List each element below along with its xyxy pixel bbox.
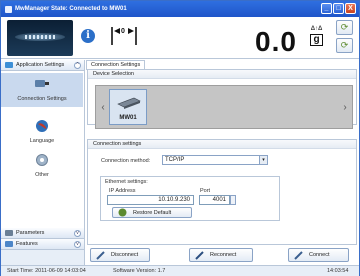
parameters-icon xyxy=(5,230,13,236)
start-time: Start Time: 2011-06-09 14:03:04 xyxy=(7,268,86,274)
sidebar-item-label: Other xyxy=(35,172,49,178)
sidebar-item-connection-settings[interactable]: Connection Settings xyxy=(1,73,83,107)
plug-icon xyxy=(35,80,49,87)
device-name: MW01 xyxy=(119,115,137,121)
device-card[interactable]: MW01 xyxy=(109,89,147,125)
zero-arrows-icon[interactable]: 0 xyxy=(110,25,138,47)
sidebar-items: Connection Settings Language Other xyxy=(1,71,84,228)
restore-default-label: Restore Default xyxy=(133,209,172,216)
sidebar: Application Settings ^ Connection Settin… xyxy=(1,60,85,265)
restore-default-button[interactable]: Restore Default xyxy=(112,207,192,218)
device-selection-heading: Device Selection xyxy=(88,70,356,79)
features-icon xyxy=(5,241,13,247)
weight-display: 0.0 xyxy=(255,26,297,57)
device-selection-panel: Device Selection ‹ MW01 › xyxy=(87,69,357,129)
scroll-right-icon[interactable]: › xyxy=(340,100,350,116)
software-version: Software Version: 1.7 xyxy=(113,268,166,274)
close-button[interactable]: X xyxy=(345,3,356,14)
globe-icon xyxy=(36,120,48,132)
sidebar-item-language[interactable]: Language xyxy=(1,115,83,149)
sidebar-item-other[interactable]: Other xyxy=(1,149,83,183)
weight-unit-block: Δ↑Δ g xyxy=(310,26,323,46)
application-settings-icon xyxy=(5,62,13,68)
title-bar: MwManager State: Connected to MW01 _ □ X xyxy=(1,1,359,17)
collapse-icon[interactable]: ^ xyxy=(74,61,81,69)
sidebar-item-label: Connection Settings xyxy=(17,96,67,102)
sidebar-group-label: Parameters xyxy=(16,230,45,236)
minimize-button[interactable]: _ xyxy=(321,3,332,14)
connection-method-value: TCP/IP xyxy=(165,157,185,163)
app-window: MwManager State: Connected to MW01 _ □ X… xyxy=(0,0,360,276)
status-bar: Start Time: 2011-06-09 14:03:04 Software… xyxy=(1,265,359,276)
ethernet-settings-label: Ethernet settings: xyxy=(105,179,148,185)
app-icon xyxy=(5,5,12,13)
reconnect-button[interactable]: Reconnect xyxy=(189,248,253,262)
stability-indicator: Δ↑Δ xyxy=(310,26,323,32)
refresh-icon[interactable]: ⟳ xyxy=(336,20,353,35)
ip-address-label: IP Address xyxy=(109,188,136,194)
reload-icon[interactable]: ⟳ xyxy=(336,38,353,53)
expand-icon[interactable]: v xyxy=(74,229,81,237)
connection-method-label: Connection method: xyxy=(101,158,151,164)
connect-button[interactable]: Connect xyxy=(288,248,349,262)
svg-text:0: 0 xyxy=(121,28,125,35)
device-icon xyxy=(117,97,141,109)
port-field[interactable]: 4001 xyxy=(199,195,230,205)
status-clock: 14:03:54 xyxy=(327,268,349,274)
connect-label: Connect xyxy=(309,252,330,258)
connect-icon xyxy=(294,250,303,260)
maximize-button[interactable]: □ xyxy=(333,3,344,14)
device-logo xyxy=(7,20,73,56)
header: i 0 0.0 Δ↑Δ g ⟳ ⟳ xyxy=(1,17,359,59)
sidebar-item-label: Language xyxy=(29,138,55,144)
sidebar-group-application[interactable]: Application Settings ^ xyxy=(1,60,84,71)
disconnect-button[interactable]: Disconnect xyxy=(90,248,150,262)
ip-address-field[interactable]: 10.10.9.230 xyxy=(107,195,194,205)
plug-icon xyxy=(195,250,204,260)
window-controls: _ □ X xyxy=(321,3,356,14)
sidebar-group-features[interactable]: Features v xyxy=(1,239,84,250)
device-list: ‹ MW01 › xyxy=(95,85,353,129)
window-title: MwManager State: Connected to MW01 xyxy=(15,6,127,12)
sidebar-group-label: Features xyxy=(16,241,38,247)
connection-settings-heading: Connection settings xyxy=(88,140,356,149)
expand-icon[interactable]: v xyxy=(74,240,81,248)
main-content: Connection Settings Device Selection ‹ M… xyxy=(86,60,359,265)
chevron-down-icon[interactable]: ▾ xyxy=(259,156,267,164)
info-icon[interactable]: i xyxy=(81,29,95,43)
reconnect-label: Reconnect xyxy=(210,252,237,258)
restore-icon xyxy=(118,208,127,217)
weight-unit: g xyxy=(310,34,323,46)
scroll-left-icon[interactable]: ‹ xyxy=(98,100,108,116)
disconnect-label: Disconnect xyxy=(111,252,139,258)
ethernet-settings-group: Ethernet settings: IP Address Port 10.10… xyxy=(100,176,280,221)
connection-method-select[interactable]: TCP/IP ▾ xyxy=(162,155,268,165)
sidebar-group-label: Application Settings xyxy=(16,62,65,68)
port-label: Port xyxy=(200,188,211,194)
sidebar-group-parameters[interactable]: Parameters v xyxy=(1,228,84,239)
unplug-icon xyxy=(96,250,105,260)
connection-settings-panel: Connection settings Connection method: T… xyxy=(87,139,357,245)
port-stepper[interactable] xyxy=(230,195,236,205)
gear-icon xyxy=(36,154,48,166)
